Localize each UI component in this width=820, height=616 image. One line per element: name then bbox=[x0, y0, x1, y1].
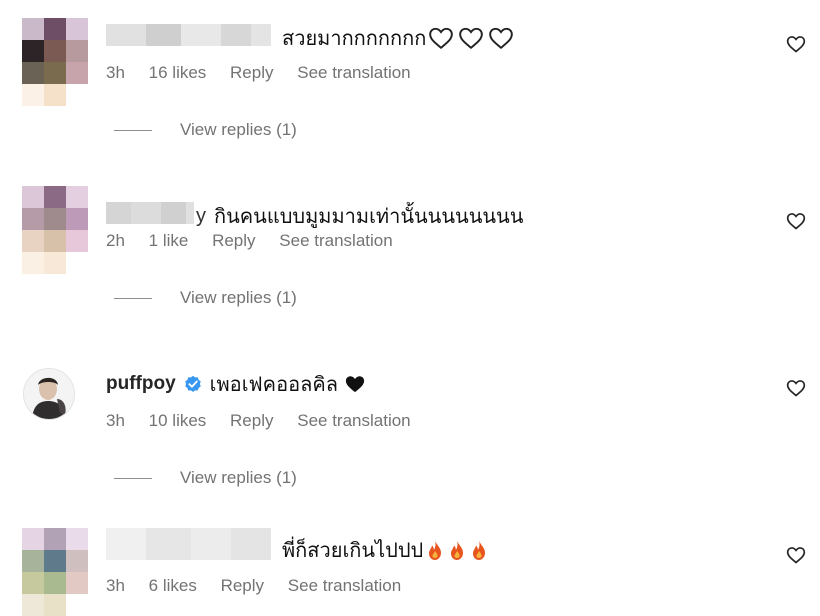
heart-outline-icon bbox=[489, 27, 514, 50]
avatar[interactable] bbox=[23, 368, 75, 420]
divider bbox=[114, 297, 152, 299]
likes-count[interactable]: 1 like bbox=[149, 231, 189, 250]
likes-count[interactable]: 10 likes bbox=[149, 411, 207, 430]
username-fragment: y bbox=[196, 204, 206, 227]
black-heart-icon bbox=[345, 376, 365, 393]
profile-photo bbox=[24, 369, 74, 419]
comment-text: พี่ก็สวยเกินไปปป bbox=[282, 534, 489, 566]
view-replies-label: View replies (1) bbox=[180, 288, 297, 307]
see-translation-button[interactable]: See translation bbox=[288, 576, 401, 595]
comment-body: กินคนแบบมูมมามเท่านั้นนนนนนนน bbox=[214, 206, 524, 228]
heart-outline-icon bbox=[459, 27, 484, 50]
comment-text: puffpoy เพอเฟคออลคิล bbox=[106, 368, 366, 400]
username-blurred[interactable] bbox=[106, 528, 271, 560]
username[interactable]: puffpoy bbox=[106, 373, 176, 395]
comment-body: เพอเฟคออลคิล bbox=[209, 374, 338, 396]
username-blurred[interactable] bbox=[106, 202, 194, 224]
like-heart-icon[interactable] bbox=[786, 34, 806, 54]
avatar[interactable] bbox=[22, 186, 88, 274]
view-replies-button[interactable]: View replies (1) bbox=[114, 468, 297, 488]
divider bbox=[114, 129, 152, 131]
likes-count[interactable]: 6 likes bbox=[149, 576, 197, 595]
timestamp: 3h bbox=[106, 411, 125, 430]
comment-text: สวยมากกกกกกก bbox=[282, 22, 514, 54]
reply-button[interactable]: Reply bbox=[221, 576, 264, 595]
fire-icon bbox=[429, 540, 442, 560]
see-translation-button[interactable]: See translation bbox=[279, 231, 392, 250]
comment-text: y กินคนแบบมูมมามเท่านั้นนนนนนนน bbox=[196, 200, 523, 232]
comment-meta: 3h 16 likes Reply See translation bbox=[106, 63, 430, 83]
view-replies-label: View replies (1) bbox=[180, 468, 297, 487]
comment-body: สวยมากกกกกกก bbox=[282, 28, 427, 50]
view-replies-label: View replies (1) bbox=[180, 120, 297, 139]
verified-badge-icon bbox=[184, 375, 201, 392]
fire-icon bbox=[473, 540, 486, 560]
divider bbox=[114, 477, 152, 479]
avatar[interactable] bbox=[22, 18, 88, 106]
reply-button[interactable]: Reply bbox=[230, 411, 273, 430]
comment-meta: 2h 1 like Reply See translation bbox=[106, 231, 412, 251]
timestamp: 3h bbox=[106, 576, 125, 595]
comment-meta: 3h 10 likes Reply See translation bbox=[106, 411, 430, 431]
heart-outline-icon bbox=[429, 27, 454, 50]
avatar[interactable] bbox=[22, 528, 88, 616]
view-replies-button[interactable]: View replies (1) bbox=[114, 288, 297, 308]
reply-button[interactable]: Reply bbox=[212, 231, 255, 250]
username-blurred[interactable] bbox=[106, 24, 271, 46]
view-replies-button[interactable]: View replies (1) bbox=[114, 120, 297, 140]
likes-count[interactable]: 16 likes bbox=[149, 63, 207, 82]
comment-meta: 3h 6 likes Reply See translation bbox=[106, 576, 420, 596]
see-translation-button[interactable]: See translation bbox=[297, 411, 410, 430]
reply-button[interactable]: Reply bbox=[230, 63, 273, 82]
like-heart-icon[interactable] bbox=[786, 378, 806, 398]
comment-body: พี่ก็สวยเกินไปปป bbox=[282, 540, 424, 562]
see-translation-button[interactable]: See translation bbox=[297, 63, 410, 82]
like-heart-icon[interactable] bbox=[786, 545, 806, 565]
timestamp: 2h bbox=[106, 231, 125, 250]
fire-icon bbox=[451, 540, 464, 560]
timestamp: 3h bbox=[106, 63, 125, 82]
like-heart-icon[interactable] bbox=[786, 211, 806, 231]
